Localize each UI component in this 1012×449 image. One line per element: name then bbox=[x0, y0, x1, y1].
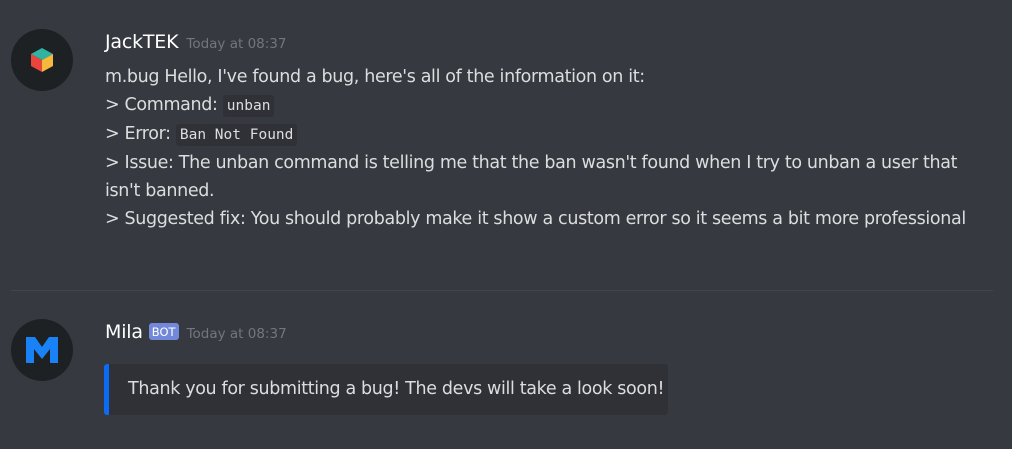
bot-badge: BOT bbox=[148, 323, 179, 340]
bot-embed: Thank you for submitting a bug! The devs… bbox=[104, 364, 668, 415]
message-line: m.bug Hello, I've found a bug, here's al… bbox=[105, 67, 645, 87]
timestamp[interactable]: Today at 08:37 bbox=[186, 36, 286, 52]
message-line: > Issue: The unban command is telling me… bbox=[105, 153, 963, 201]
line-prefix: > Command: bbox=[105, 95, 223, 115]
chat-messages: JackTEK Today at 08:37 m.bug Hello, I've… bbox=[0, 0, 1012, 449]
timestamp[interactable]: Today at 08:37 bbox=[187, 326, 287, 342]
message-jacktek: JackTEK Today at 08:37 m.bug Hello, I've… bbox=[0, 0, 1012, 280]
embed-description: Thank you for submitting a bug! The devs… bbox=[128, 379, 665, 399]
message-line: > Command: unban bbox=[105, 91, 995, 120]
line-prefix: > Error: bbox=[105, 124, 176, 144]
mila-m-logo-icon bbox=[26, 337, 58, 363]
avatar[interactable] bbox=[11, 319, 73, 381]
inline-code: Ban Not Found bbox=[175, 124, 298, 146]
username[interactable]: JackTEK bbox=[105, 31, 179, 53]
message-line: > Error: Ban Not Found bbox=[105, 120, 995, 149]
message-line: > Suggested fix: You should probably mak… bbox=[105, 209, 966, 229]
message-content: m.bug Hello, I've found a bug, here's al… bbox=[105, 63, 995, 233]
inline-code: unban bbox=[222, 95, 275, 117]
message-divider bbox=[11, 290, 993, 291]
avatar[interactable] bbox=[11, 29, 73, 91]
message-header: JackTEK Today at 08:37 bbox=[105, 31, 286, 55]
message-header: Mila BOT Today at 08:37 bbox=[105, 321, 287, 345]
username[interactable]: Mila bbox=[105, 321, 143, 343]
colored-cube-icon bbox=[31, 48, 53, 72]
embed-accent-bar bbox=[104, 364, 109, 415]
